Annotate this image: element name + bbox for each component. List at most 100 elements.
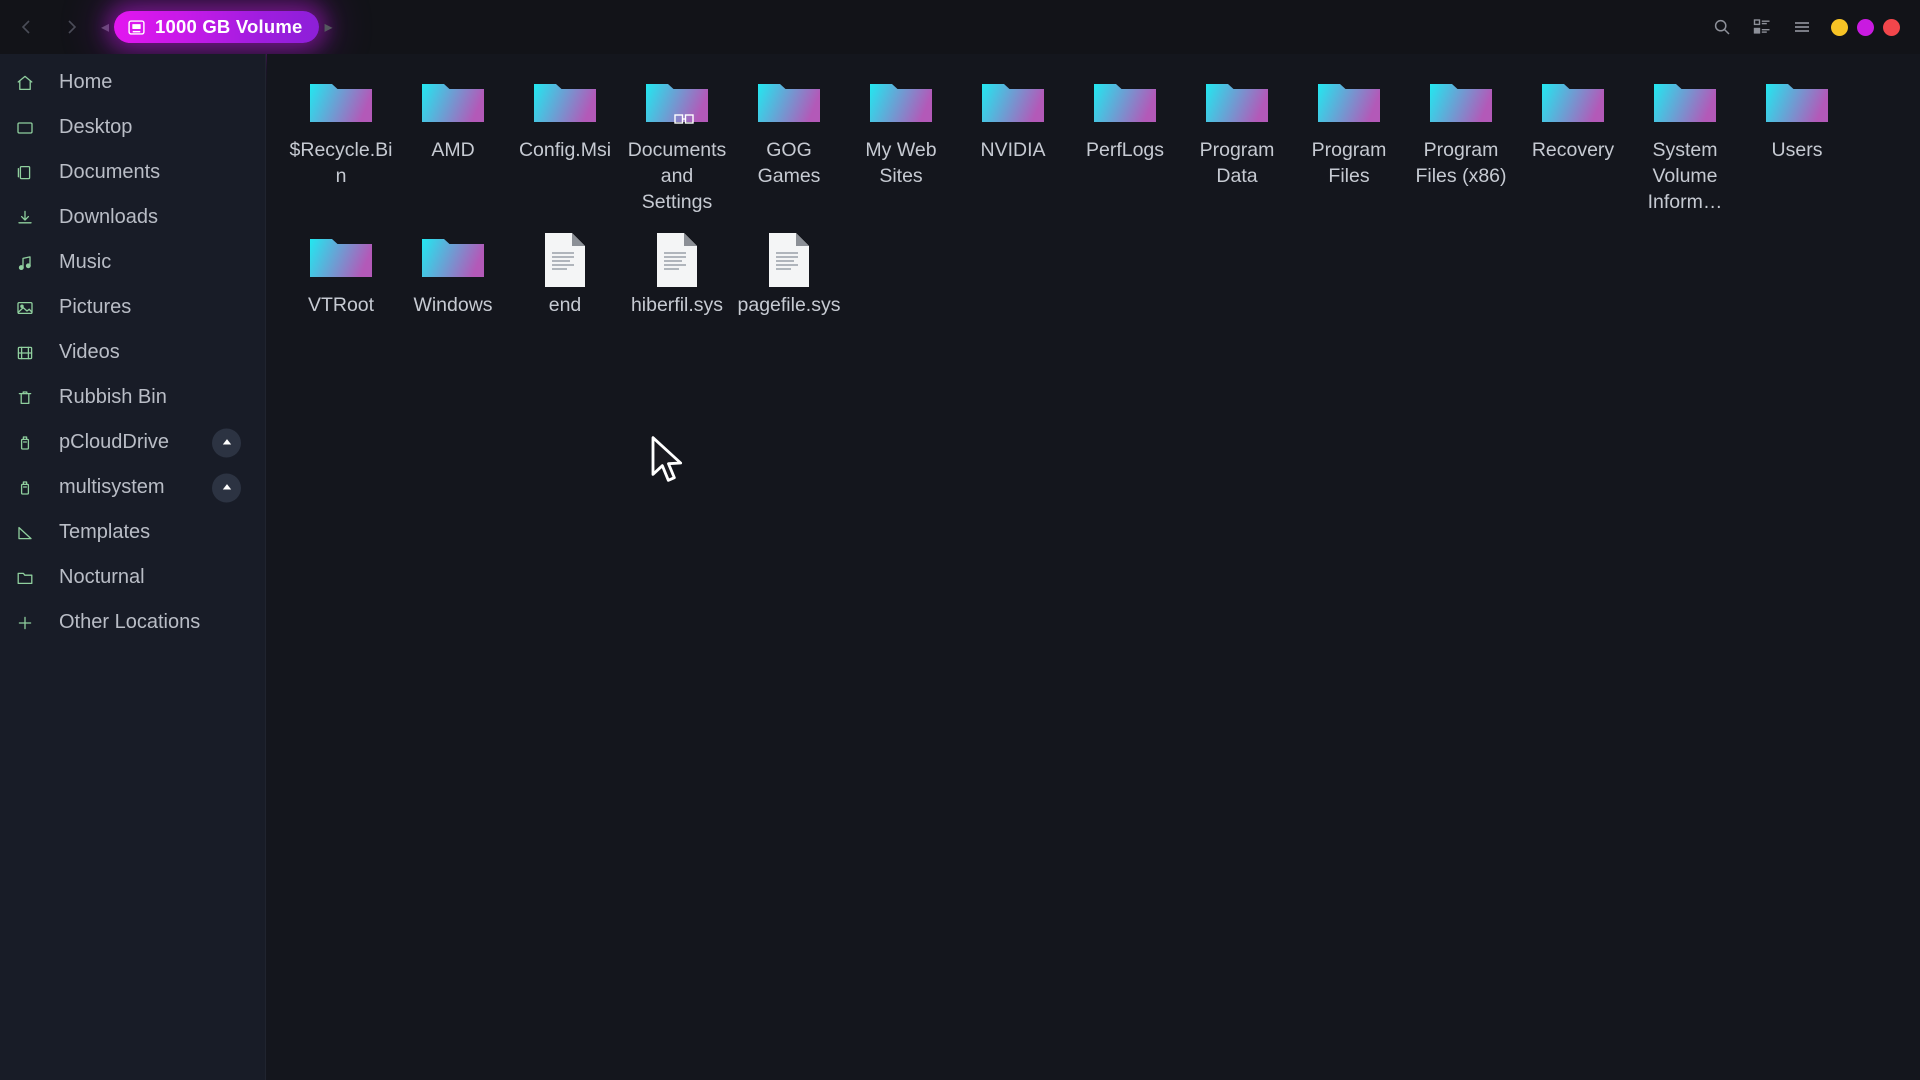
sidebar-item-videos[interactable]: Videos	[0, 330, 265, 375]
file-item[interactable]: pagefile.sys	[734, 223, 844, 318]
sidebar-item-templates[interactable]: Templates	[0, 510, 265, 555]
item-label: hiberfil.sys	[624, 292, 730, 318]
item-icon	[309, 76, 373, 132]
folder-item[interactable]: Documents and Settings	[622, 68, 732, 215]
breadcrumb-next-arrow[interactable]: ▸	[319, 17, 337, 37]
folder-icon	[981, 76, 1045, 124]
item-label: Program Data	[1184, 137, 1290, 189]
file-list-area[interactable]: $Recycle.BinAMDConfig.MsiDocuments and S…	[267, 54, 1920, 1080]
sidebar-item-nocturnal[interactable]: Nocturnal	[0, 555, 265, 600]
sidebar-item-rubbish-bin[interactable]: Rubbish Bin	[0, 375, 265, 420]
item-label: System Volume Inform…	[1632, 137, 1738, 215]
sidebar-item-label: Videos	[59, 341, 120, 364]
folder-icon	[1765, 76, 1829, 124]
breadcrumb: ◂ 1000 GB Volume ▸	[96, 0, 338, 54]
eject-button[interactable]	[212, 428, 241, 457]
desktop-icon	[8, 118, 42, 138]
item-icon	[1653, 76, 1717, 132]
folder-item[interactable]: Recovery	[1518, 68, 1628, 215]
sidebar-item-documents[interactable]: Documents	[0, 150, 265, 195]
video-icon	[8, 343, 42, 363]
item-label: Recovery	[1520, 137, 1626, 163]
folder-icon	[421, 76, 485, 124]
folder-item[interactable]: Users	[1742, 68, 1852, 215]
close-button[interactable]	[1883, 19, 1900, 36]
folder-item[interactable]: Program Files	[1294, 68, 1404, 215]
item-icon	[421, 231, 485, 287]
title-bar: ◂ 1000 GB Volume ▸	[0, 0, 1920, 54]
sidebar-item-downloads[interactable]: Downloads	[0, 195, 265, 240]
sidebar-item-pictures[interactable]: Pictures	[0, 285, 265, 330]
sidebar-item-label: Documents	[59, 161, 160, 184]
folder-item[interactable]: Program Files (x86)	[1406, 68, 1516, 215]
sidebar-item-multisystem[interactable]: multisystem	[0, 465, 265, 510]
item-label: Documents and Settings	[624, 137, 730, 215]
item-icon	[1429, 76, 1493, 132]
folder-item[interactable]: VTRoot	[286, 223, 396, 318]
folder-icon	[421, 231, 485, 279]
folder-item[interactable]: AMD	[398, 68, 508, 215]
folder-icon	[533, 76, 597, 124]
item-icon	[533, 76, 597, 132]
folder-item[interactable]: My Web Sites	[846, 68, 956, 215]
plus-icon	[8, 613, 42, 633]
folder-item[interactable]: System Volume Inform…	[1630, 68, 1740, 215]
item-label: Users	[1744, 137, 1850, 163]
item-label: PerfLogs	[1072, 137, 1178, 163]
file-item[interactable]: end	[510, 223, 620, 318]
item-label: $Recycle.Bin	[288, 137, 394, 189]
folder-icon	[1093, 76, 1157, 124]
item-label: Windows	[400, 292, 506, 318]
item-icon	[645, 76, 709, 132]
folder-icon	[1541, 76, 1605, 124]
item-label: end	[512, 292, 618, 318]
hamburger-menu-icon[interactable]	[1782, 7, 1822, 47]
download-icon	[8, 208, 42, 228]
file-icon	[765, 231, 813, 289]
maximize-button[interactable]	[1857, 19, 1874, 36]
item-icon	[541, 231, 589, 287]
sidebar-item-label: pCloudDrive	[59, 431, 169, 454]
file-icon	[653, 231, 701, 289]
search-icon[interactable]	[1702, 7, 1742, 47]
eject-button[interactable]	[212, 473, 241, 502]
breadcrumb-prev-arrow[interactable]: ◂	[96, 17, 114, 37]
forward-button[interactable]	[54, 10, 88, 44]
folder-item[interactable]: PerfLogs	[1070, 68, 1180, 215]
view-list-icon[interactable]	[1742, 7, 1782, 47]
folder-item[interactable]: Windows	[398, 223, 508, 318]
item-label: Program Files	[1296, 137, 1402, 189]
item-label: VTRoot	[288, 292, 394, 318]
sidebar-item-label: Pictures	[59, 296, 131, 319]
item-label: GOG Games	[736, 137, 842, 189]
folder-icon	[869, 76, 933, 124]
trash-icon	[8, 388, 42, 408]
sidebar-item-home[interactable]: Home	[0, 60, 265, 105]
item-icon	[1205, 76, 1269, 132]
folder-item[interactable]: Config.Msi	[510, 68, 620, 215]
documents-icon	[8, 163, 42, 183]
file-item[interactable]: hiberfil.sys	[622, 223, 732, 318]
sidebar-item-pclouddrive[interactable]: pCloudDrive	[0, 420, 265, 465]
minimize-button[interactable]	[1831, 19, 1848, 36]
templates-icon	[8, 523, 42, 543]
sidebar-item-music[interactable]: Music	[0, 240, 265, 285]
item-label: AMD	[400, 137, 506, 163]
breadcrumb-current-volume[interactable]: 1000 GB Volume	[114, 11, 319, 43]
music-icon	[8, 253, 42, 273]
folder-item[interactable]: NVIDIA	[958, 68, 1068, 215]
folder-icon	[309, 76, 373, 124]
folder-item[interactable]: Program Data	[1182, 68, 1292, 215]
folder-icon	[1205, 76, 1269, 124]
folder-item[interactable]: GOG Games	[734, 68, 844, 215]
folder-icon	[8, 568, 42, 588]
sidebar-item-desktop[interactable]: Desktop	[0, 105, 265, 150]
folder-icon	[1429, 76, 1493, 124]
item-label: Program Files (x86)	[1408, 137, 1514, 189]
sidebar-item-label: Home	[59, 71, 112, 94]
back-button[interactable]	[10, 10, 44, 44]
sidebar-item-other-locations[interactable]: Other Locations	[0, 600, 265, 645]
item-icon	[1765, 76, 1829, 132]
titlebar-actions	[1702, 7, 1920, 47]
folder-item[interactable]: $Recycle.Bin	[286, 68, 396, 215]
